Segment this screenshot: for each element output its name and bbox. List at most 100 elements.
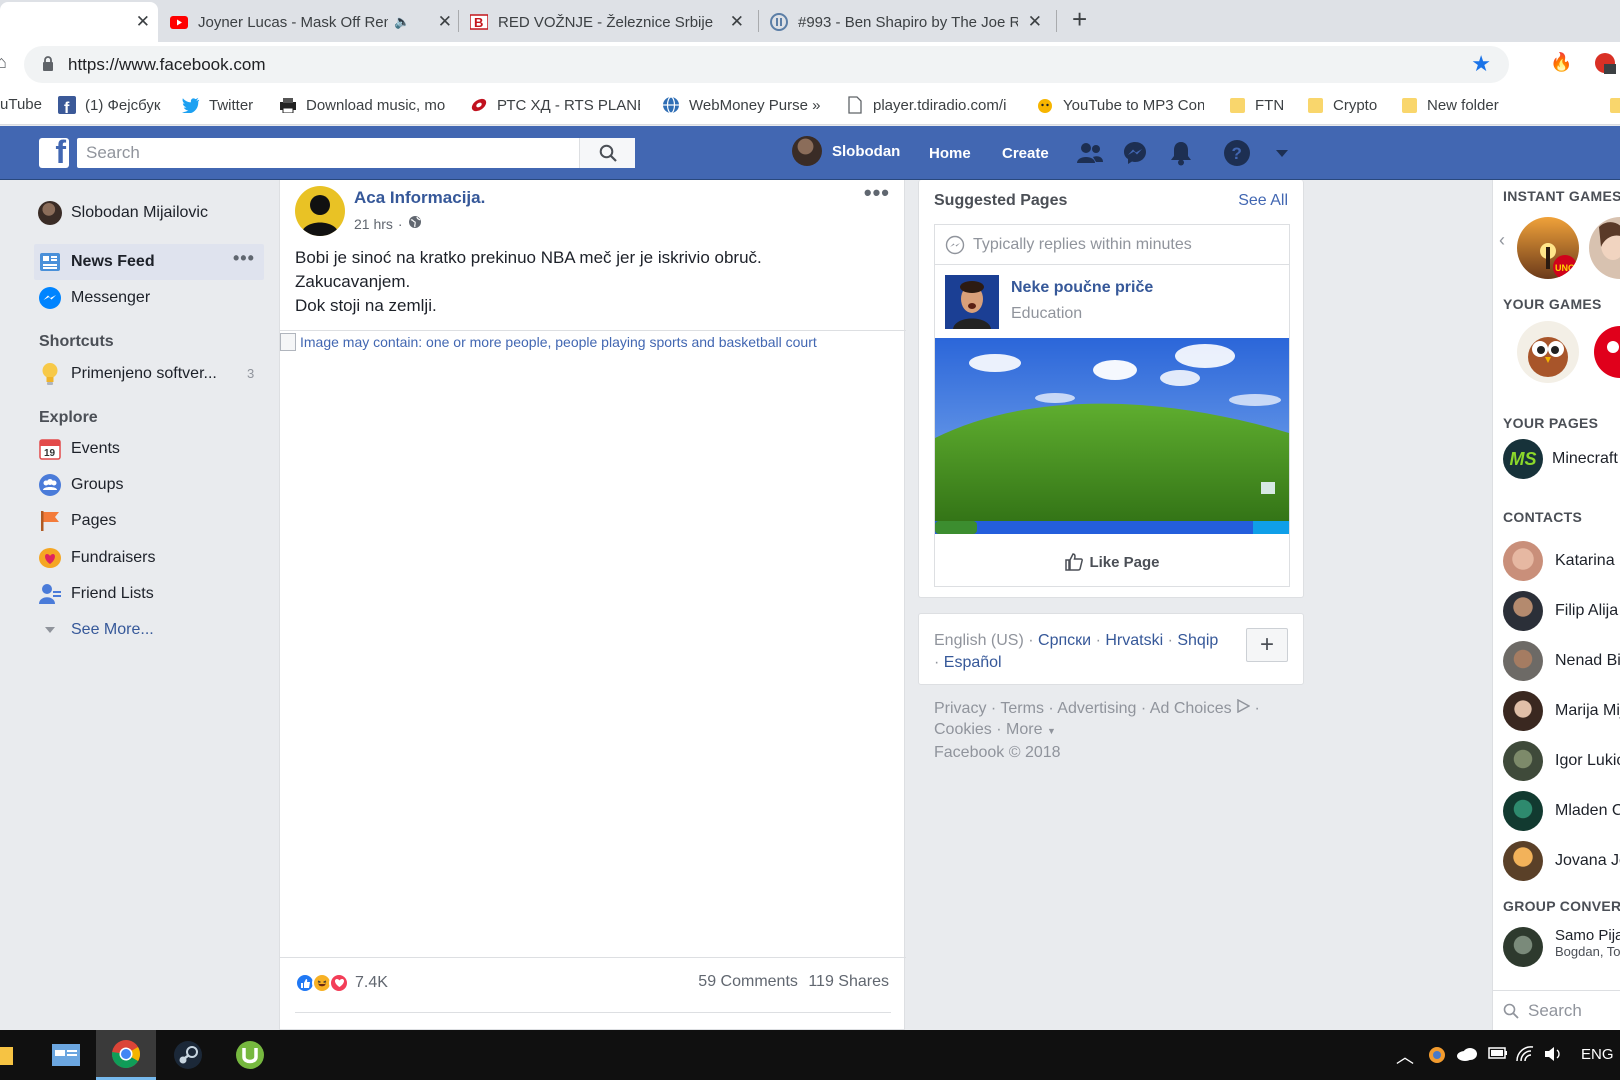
your-game-red[interactable] <box>1589 321 1620 383</box>
tray-avast-icon[interactable] <box>1428 1046 1446 1068</box>
tab-youtube[interactable]: Joyner Lucas - Mask Off Rem 🔈 ✕ <box>170 2 460 42</box>
like-page-button[interactable]: Like Page <box>935 538 1289 586</box>
language-serbian-cyrillic[interactable]: Српски <box>1038 632 1091 649</box>
help-icon[interactable]: ? <box>1223 139 1251 167</box>
comments-count[interactable]: 59 Comments <box>698 973 798 990</box>
search-button[interactable] <box>579 138 635 168</box>
notifications-bell-icon[interactable] <box>1167 139 1195 167</box>
tray-volume-icon[interactable] <box>1544 1046 1564 1066</box>
sidebar-item-messenger[interactable]: Messenger <box>38 286 150 310</box>
speaker-icon[interactable]: 🔈 <box>394 14 410 30</box>
tray-language[interactable]: ENG <box>1581 1046 1614 1063</box>
new-tab-button[interactable]: + <box>1072 4 1087 35</box>
suggested-page-name[interactable]: Neke poučne priče <box>1011 279 1153 297</box>
reactions-summary[interactable]: 7.4K <box>295 973 388 993</box>
create-link[interactable]: Create <box>1002 145 1049 162</box>
bookmark-webmoney[interactable]: WebMoney Purse » <box>662 96 820 114</box>
footer-cookies[interactable]: Cookies <box>934 721 992 738</box>
chat-search[interactable]: Search <box>1493 990 1620 1030</box>
contact-item[interactable]: Igor Lukic <box>1503 741 1620 781</box>
bookmark-youtube-mp3[interactable]: YouTube to MP3 Con <box>1036 96 1204 114</box>
sidebar-item-fundraisers[interactable]: Fundraisers <box>38 546 155 570</box>
tab-railway[interactable]: B RED VOŽNJE - Železnice Srbije ad ✕ <box>470 2 752 42</box>
bookmark-tdiradio[interactable]: player.tdiradio.com/i <box>846 96 1011 114</box>
search-input[interactable] <box>86 142 566 164</box>
extension-fire-icon[interactable]: 🔥 <box>1550 52 1572 73</box>
bookmark-folder-crypto[interactable]: Crypto <box>1306 96 1377 114</box>
account-menu-chevron-icon[interactable] <box>1268 139 1296 167</box>
author-avatar[interactable] <box>295 186 345 236</box>
bookmark-star-icon[interactable]: ★ <box>1471 51 1491 77</box>
instant-game-uno[interactable]: UNO <box>1517 217 1579 279</box>
tab-podcast[interactable]: #993 - Ben Shapiro by The Joe Ro ✕ <box>770 2 1050 42</box>
language-croatian[interactable]: Hrvatski <box>1105 632 1163 649</box>
omnibox[interactable]: https://www.facebook.com ★ <box>24 46 1509 83</box>
bookmark-twitter[interactable]: Twitter <box>182 96 253 114</box>
sidebar-item-groups[interactable]: Groups <box>38 473 123 497</box>
contact-item[interactable]: Marija Mij <box>1503 691 1620 731</box>
profile-shortcut[interactable]: Slobodan Mijailovic <box>38 201 208 225</box>
active-tab[interactable]: ✕ <box>0 2 158 42</box>
see-more-link[interactable]: See More... <box>38 618 154 642</box>
your-game-owl[interactable] <box>1517 321 1579 383</box>
tray-chevron-up-icon[interactable]: ︿ <box>1396 1043 1414 1069</box>
sidebar-item-shortcut[interactable]: Primenjeno softver... <box>38 362 217 386</box>
tray-onedrive-icon[interactable] <box>1456 1046 1478 1066</box>
contact-item[interactable]: Katarina I <box>1503 541 1620 581</box>
see-all-link[interactable]: See All <box>1238 192 1288 210</box>
sidebar-item-events[interactable]: 19 Events <box>38 437 120 461</box>
url-text[interactable]: https://www.facebook.com <box>68 55 265 75</box>
sidebar-item-pages[interactable]: Pages <box>38 509 116 533</box>
home-icon[interactable]: ⌂ <box>0 52 7 73</box>
post-author[interactable]: Aca Informacija. <box>354 188 485 208</box>
messenger-icon[interactable] <box>1121 139 1149 167</box>
bookmark-folder-ftn[interactable]: FTN <box>1228 96 1284 114</box>
taskbar-chrome[interactable] <box>96 1030 156 1080</box>
extension-red-icon[interactable] <box>1594 52 1616 78</box>
bookmark-folder-new[interactable]: New folder <box>1400 96 1499 114</box>
language-spanish[interactable]: Español <box>944 654 1002 671</box>
footer-terms[interactable]: Terms <box>1000 700 1044 717</box>
facebook-logo[interactable]: f <box>39 134 69 170</box>
taskbar-file-explorer[interactable] <box>0 1030 30 1080</box>
bookmark-facebook[interactable]: f (1) Фејсбук <box>58 96 160 114</box>
bookmark-download-music[interactable]: Download music, mo <box>279 96 449 114</box>
sidebar-item-news-feed[interactable]: News Feed <box>38 250 155 274</box>
news-feed-options-icon[interactable]: ••• <box>233 248 255 269</box>
bookmark-folder-overflow[interactable] <box>1608 96 1620 114</box>
footer-ad-choices[interactable]: Ad Choices <box>1150 700 1232 717</box>
close-tab-icon[interactable]: ✕ <box>730 12 744 32</box>
instant-game-portrait[interactable] <box>1589 217 1620 279</box>
taskbar-steam[interactable] <box>158 1030 218 1080</box>
taskbar-control-panel[interactable] <box>36 1030 96 1080</box>
chevron-left-icon[interactable]: ‹ <box>1499 230 1505 251</box>
post-image-broken[interactable]: Image may contain: one or more people, p… <box>280 333 817 351</box>
tray-wifi-icon[interactable] <box>1516 1046 1534 1066</box>
your-page-minecraft[interactable]: MS Minecraft <box>1503 439 1618 479</box>
taskbar-utorrent[interactable] <box>220 1030 280 1080</box>
contact-item[interactable]: Jovana Jo <box>1503 841 1620 881</box>
footer-more[interactable]: More <box>1006 721 1042 738</box>
language-albanian[interactable]: Shqip <box>1177 632 1218 649</box>
close-tab-icon[interactable]: ✕ <box>136 12 150 32</box>
post-time[interactable]: 21 hrs <box>354 216 393 232</box>
page-cover-image[interactable] <box>935 338 1289 534</box>
facebook-search[interactable] <box>77 138 635 168</box>
group-conversation-item[interactable]: Samo Pija Bogdan, To <box>1503 927 1620 967</box>
contact-item[interactable]: Mladen C <box>1503 791 1620 831</box>
contact-item[interactable]: Nenad Bir <box>1503 641 1620 681</box>
close-tab-icon[interactable]: ✕ <box>1028 12 1042 32</box>
friend-requests-icon[interactable] <box>1076 139 1104 167</box>
add-language-button[interactable]: + <box>1246 628 1288 662</box>
footer-advertising[interactable]: Advertising <box>1057 700 1136 717</box>
close-tab-icon[interactable]: ✕ <box>438 12 452 32</box>
sidebar-item-friend-lists[interactable]: Friend Lists <box>38 582 154 606</box>
footer-privacy[interactable]: Privacy <box>934 700 986 717</box>
contact-item[interactable]: Filip Alija <box>1503 591 1618 631</box>
home-link[interactable]: Home <box>929 145 971 162</box>
tray-battery-icon[interactable] <box>1488 1046 1508 1064</box>
bookmark-rts-planet[interactable]: РТС ХД - RTS PLANET <box>470 96 640 114</box>
post-options-icon[interactable]: ••• <box>864 180 890 206</box>
page-thumbnail[interactable] <box>945 275 999 329</box>
shares-count[interactable]: 119 Shares <box>808 973 889 990</box>
